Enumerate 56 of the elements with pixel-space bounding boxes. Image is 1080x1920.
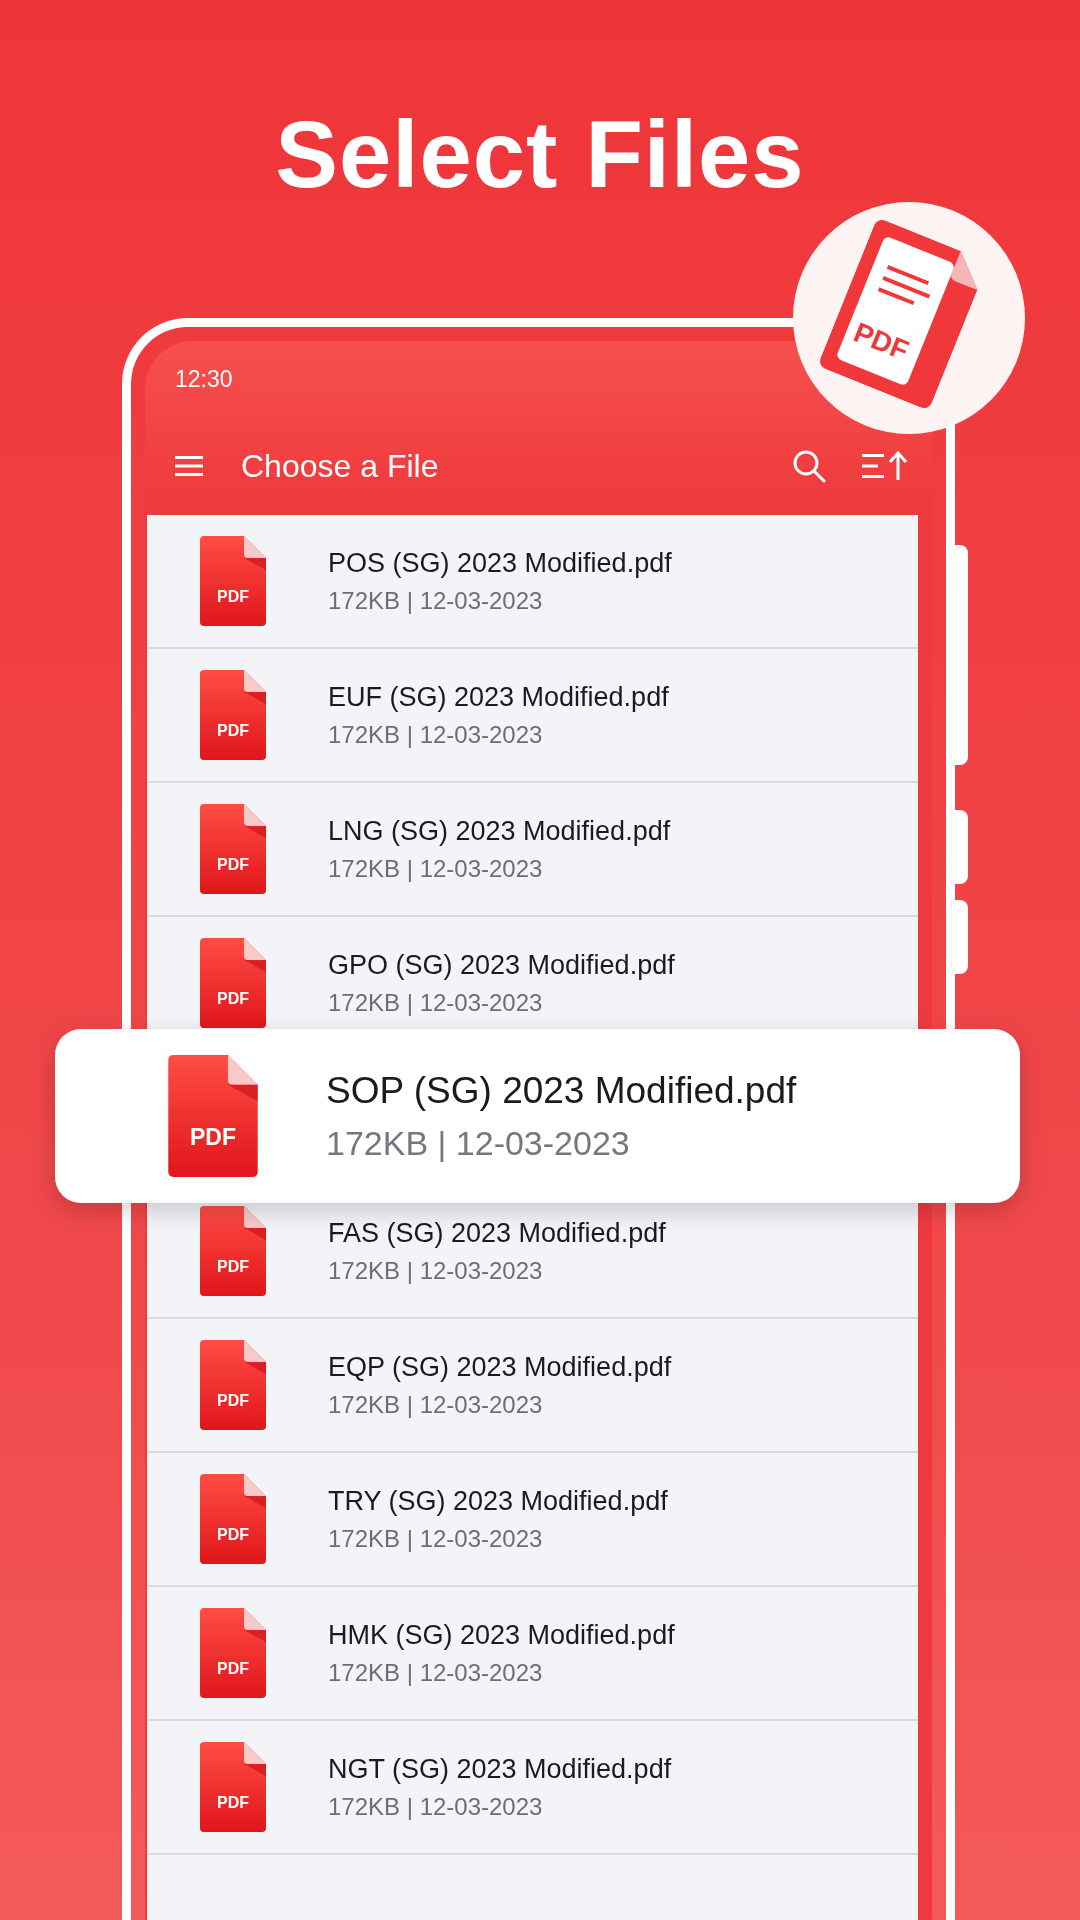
document-icon: [200, 1742, 266, 1832]
file-type-label: PDF: [216, 1794, 250, 1812]
file-row[interactable]: PDF LNG (SG) 2023 Modified.pdf 172KB | 12-03-2023: [147, 783, 918, 917]
file-name: HMK (SG) 2023 Modified.pdf: [328, 1619, 675, 1651]
file-name: GPO (SG) 2023 Modified.pdf: [328, 949, 675, 981]
file-row[interactable]: PDF FAS (SG) 2023 Modified.pdf 172KB | 12-03-2023: [147, 1185, 918, 1319]
file-row[interactable]: PDF EUF (SG) 2023 Modified.pdf 172KB | 12-03-2023: [147, 649, 918, 783]
status-time: 12:30: [175, 365, 233, 393]
document-icon: [168, 1055, 258, 1177]
headline: Select Files: [275, 101, 805, 209]
file-details: 172KB | 12-03-2023: [328, 854, 544, 883]
search-icon[interactable]: [792, 449, 826, 483]
document-icon: [200, 670, 266, 760]
file-details: 172KB | 12-03-2023: [328, 1792, 544, 1821]
file-type-label: PDF: [216, 1526, 250, 1544]
file-type-label: PDF: [216, 856, 250, 874]
file-type-label: PDF: [216, 1392, 250, 1410]
menu-icon[interactable]: [175, 455, 203, 477]
selected-file-popup[interactable]: PDF SOP (SG) 2023 Modified.pdf 172KB | 12-03-2023: [55, 1029, 1020, 1203]
file-name: EQP (SG) 2023 Modified.pdf: [328, 1351, 672, 1383]
file-type-label: PDF: [189, 1124, 237, 1151]
document-icon: [200, 536, 266, 626]
screen-title: Choose a File: [241, 447, 440, 485]
file-row[interactable]: PDF TRY (SG) 2023 Modified.pdf 172KB | 12-03-2023: [147, 1453, 918, 1587]
file-row[interactable]: PDF POS (SG) 2023 Modified.pdf 172KB | 12-03-2023: [147, 515, 918, 649]
file-row[interactable]: PDF NGT (SG) 2023 Modified.pdf 172KB | 12-03-2023: [147, 1721, 918, 1855]
file-details: 172KB | 12-03-2023: [328, 1658, 544, 1687]
file-details: 172KB | 12-03-2023: [328, 1390, 544, 1419]
document-icon: [200, 804, 266, 894]
file-type-label: PDF: [216, 990, 250, 1008]
file-row[interactable]: PDF EQP (SG) 2023 Modified.pdf 172KB | 12-03-2023: [147, 1319, 918, 1453]
file-name: EUF (SG) 2023 Modified.pdf: [328, 681, 669, 713]
sort-icon[interactable]: [862, 451, 910, 481]
file-details: 172KB | 12-03-2023: [328, 1524, 544, 1553]
file-name: TRY (SG) 2023 Modified.pdf: [328, 1485, 668, 1517]
file-type-label: PDF: [216, 1660, 250, 1678]
file-type-label: PDF: [216, 722, 250, 740]
file-type-label: PDF: [216, 588, 250, 606]
file-details: 172KB | 12-03-2023: [328, 586, 544, 615]
file-details: 172KB | 12-03-2023: [328, 1256, 544, 1285]
file-name: LNG (SG) 2023 Modified.pdf: [328, 815, 671, 847]
file-details: 172KB | 12-03-2023: [328, 988, 544, 1017]
file-details: 172KB | 12-03-2023: [326, 1123, 631, 1163]
document-icon: [200, 1608, 266, 1698]
file-name: FAS (SG) 2023 Modified.pdf: [328, 1217, 666, 1249]
document-icon: [200, 1206, 266, 1296]
badge-label: PDF: [849, 316, 913, 368]
file-name: SOP (SG) 2023 Modified.pdf: [326, 1069, 797, 1112]
file-name: POS (SG) 2023 Modified.pdf: [328, 547, 672, 579]
file-type-label: PDF: [216, 1258, 250, 1276]
document-icon: [200, 1474, 266, 1564]
document-icon: [200, 938, 266, 1028]
file-details: 172KB | 12-03-2023: [328, 720, 544, 749]
file-name: NGT (SG) 2023 Modified.pdf: [328, 1753, 672, 1785]
file-row[interactable]: PDF HMK (SG) 2023 Modified.pdf 172KB | 12-03-2023: [147, 1587, 918, 1721]
document-icon: [200, 1340, 266, 1430]
